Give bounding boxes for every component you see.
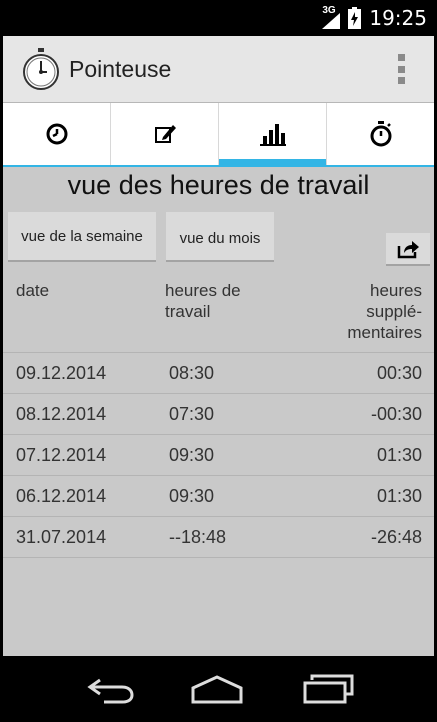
table-row[interactable]: 08.12.2014 07:30 -00:30: [3, 394, 434, 435]
header-overtime-line2: supplé-: [366, 302, 422, 321]
row-hours: --18:48: [169, 527, 227, 547]
stopwatch-icon: [370, 121, 391, 147]
row-hours: 09:30: [169, 445, 215, 465]
table-row[interactable]: 09.12.2014 08:30 00:30: [3, 353, 434, 394]
table-row[interactable]: 07.12.2014 09:30 01:30: [3, 435, 434, 476]
tab-edit[interactable]: [111, 103, 219, 165]
row-hours: 09:30: [169, 486, 215, 506]
header-work-hours: heures de travail: [165, 280, 241, 322]
row-overtime: 01:30: [376, 486, 422, 506]
home-icon[interactable]: [190, 674, 244, 704]
status-icons: 3G 19:25: [322, 5, 427, 30]
row-date: 06.12.2014: [16, 486, 107, 506]
header-overtime: heures supplé- mentaires: [347, 280, 422, 343]
tab-clock[interactable]: [3, 103, 111, 165]
app-stopwatch-icon[interactable]: [21, 47, 61, 91]
battery-icon: [348, 7, 362, 29]
row-date: 09.12.2014: [16, 363, 107, 383]
overflow-menu-icon[interactable]: [398, 54, 406, 84]
header-work-hours-line2: travail: [165, 302, 211, 321]
table-row[interactable]: 31.07.2014 --18:48 -26:48: [3, 517, 434, 558]
bar-chart-icon: [259, 124, 286, 146]
header-overtime-line3: mentaires: [347, 323, 422, 342]
header-overtime-line1: heures: [370, 281, 422, 300]
edit-icon: [154, 125, 176, 143]
row-date: 07.12.2014: [16, 445, 107, 465]
row-overtime: 01:30: [376, 445, 422, 465]
recent-apps-icon[interactable]: [302, 674, 354, 704]
system-nav-bar: [0, 656, 437, 722]
table-row[interactable]: 06.12.2014 09:30 01:30: [3, 476, 434, 517]
header-work-hours-line1: heures de: [165, 281, 241, 300]
status-bar: 3G 19:25: [0, 0, 437, 36]
tab-bar: [3, 103, 434, 167]
back-icon[interactable]: [86, 674, 136, 704]
row-overtime: -26:48: [370, 527, 422, 547]
share-icon: [397, 240, 419, 258]
row-hours: 08:30: [169, 363, 215, 383]
page-title: vue des heures de travail: [67, 170, 370, 200]
action-bar: Pointeuse: [3, 36, 434, 103]
row-overtime: -00:30: [370, 404, 422, 424]
row-overtime: 00:30: [376, 363, 422, 383]
hours-table: 09.12.2014 08:30 00:30 08.12.2014 07:30 …: [3, 353, 434, 558]
share-button[interactable]: [386, 233, 430, 266]
month-view-button[interactable]: vue du mois: [166, 212, 274, 262]
row-date: 31.07.2014: [16, 527, 107, 547]
tab-statistics[interactable]: [219, 103, 327, 167]
tab-stopwatch[interactable]: [327, 103, 434, 165]
row-hours: 07:30: [169, 404, 215, 424]
header-date: date: [16, 281, 50, 300]
app-title: Pointeuse: [69, 56, 172, 82]
clock-icon: [46, 123, 67, 145]
network-signal-icon: 3G: [322, 5, 341, 29]
week-view-button[interactable]: vue de la semaine: [8, 212, 156, 262]
status-time: 19:25: [369, 6, 427, 30]
app-screen: Pointeuse vue des heures de travail vue …: [3, 36, 434, 656]
row-date: 08.12.2014: [16, 404, 107, 424]
